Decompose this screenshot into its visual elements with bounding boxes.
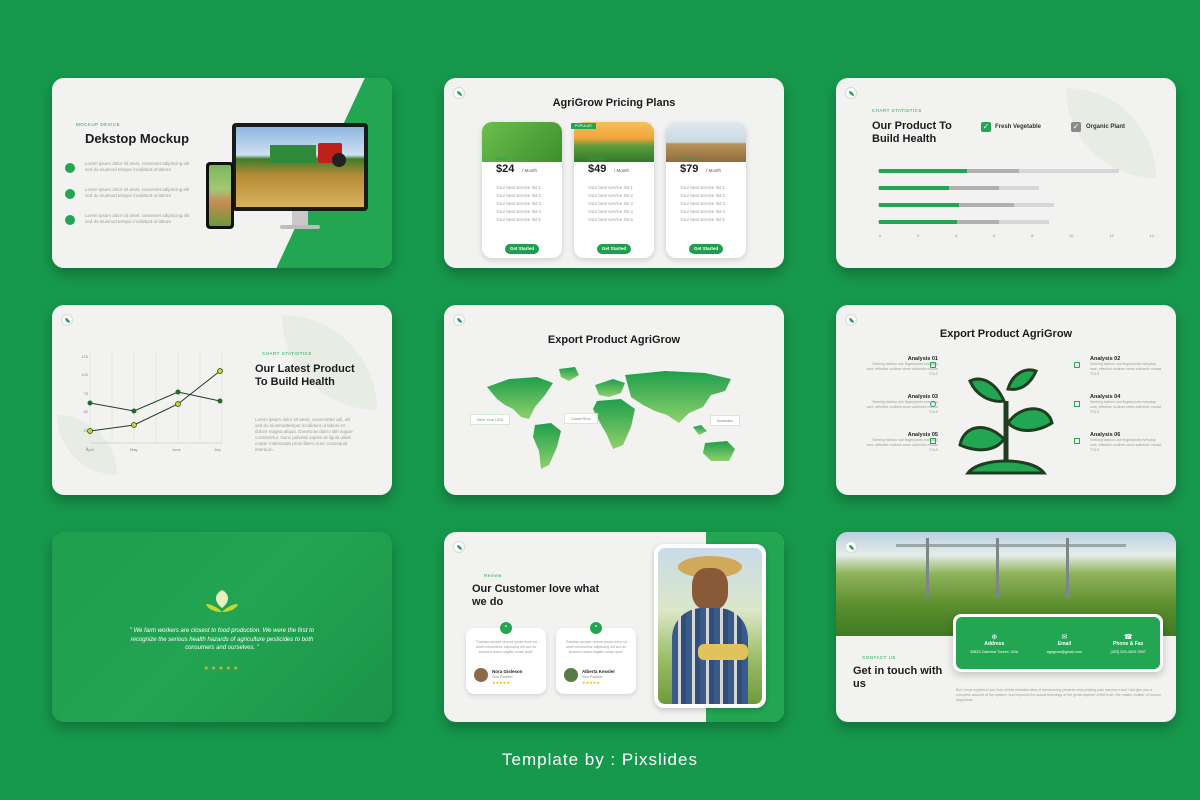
world-map-icon <box>487 367 735 469</box>
logo-icon <box>845 541 857 553</box>
slide-pricing-plans[interactable]: AgriGrow Pricing Plans Basic $24 / Month… <box>444 78 784 268</box>
avatar <box>564 668 578 682</box>
pricing-card-basic[interactable]: Basic $24 / Month Your best service list… <box>482 122 562 258</box>
analysis-item: Analysis 06 Seeking fashion use fingerpo… <box>1090 432 1162 452</box>
slide-reviews[interactable]: Review Our Customer love what we do “ "F… <box>444 532 784 722</box>
slide8-kicker: Review <box>484 573 502 578</box>
checkbox-checked-icon[interactable]: ✓ <box>1071 122 1081 132</box>
plan-photo <box>666 122 746 162</box>
analysis-item: Analysis 04 Seeking fashion use fingerpo… <box>1090 394 1162 414</box>
slide8-title: Our Customer love what we do <box>472 583 600 608</box>
analysis-item: Analysis 02 Seeking fashion use fingerpo… <box>1090 356 1162 376</box>
slide-desktop-mockup[interactable]: MOCKUP DEVICE Dekstop Mockup Lorem ipsum… <box>52 78 392 268</box>
plan-photo <box>482 122 562 162</box>
monitor-mockup <box>232 123 368 211</box>
contact-email[interactable]: ✉ Email agrigrow@gmail.com <box>1047 633 1083 654</box>
pricing-card-advanced[interactable]: Advanced $79 / Month Your best service l… <box>666 122 746 258</box>
list-item: Lorem ipsum dolor sit amet, consectet ad… <box>65 161 195 187</box>
slide-export-analysis[interactable]: Export Product AgriGrow Analysis 01 Seek… <box>836 305 1176 495</box>
list-item: Lorem ipsum dolor sit amet, consectet ad… <box>65 213 195 239</box>
list-item: Lorem ipsum dolor sit amet, consectet ad… <box>65 187 195 213</box>
avatar <box>474 668 488 682</box>
location-icon: ⊕ <box>991 633 998 641</box>
map-label: Costa Rica <box>564 413 598 424</box>
contact-card: ⊕ Address 30823 Caterina Tunnel, USA ✉ E… <box>953 614 1163 672</box>
get-started-button[interactable]: Get Started <box>689 244 723 254</box>
quote-icon: “ <box>500 622 512 634</box>
analysis-item: Analysis 01 Seeking fashion use fingerpo… <box>866 356 938 376</box>
logo-icon <box>453 541 465 553</box>
slide-quote[interactable]: " We farm workers are closest to food pr… <box>52 532 392 722</box>
slide2-title: AgriGrow Pricing Plans <box>552 97 676 109</box>
slide3-kicker: CHART STATISTICS <box>872 108 922 113</box>
leaf-icon <box>65 163 75 173</box>
slide9-body: But I must explain to you how all this m… <box>956 688 1161 702</box>
contact-address: ⊕ Address 30823 Caterina Tunnel, USA <box>970 633 1019 654</box>
line-chart <box>87 351 223 444</box>
box-icon <box>1074 362 1080 368</box>
get-started-button[interactable]: Get Started <box>597 244 631 254</box>
popular-badge: POPULAR <box>571 123 596 129</box>
review-card: “ "Facilisis semper viverra ipsum dolor … <box>466 622 546 694</box>
logo-icon <box>453 314 465 326</box>
get-started-button[interactable]: Get Started <box>505 244 539 254</box>
slide-contact[interactable]: ⊕ Address 30823 Caterina Tunnel, USA ✉ E… <box>836 532 1176 722</box>
analysis-item: Analysis 03 Seeking fashion use fingerpo… <box>866 394 938 414</box>
slide1-list: Lorem ipsum dolor sit amet, consectet ad… <box>65 161 195 239</box>
logo-leaf-icon <box>206 590 238 612</box>
review-card: “ "Facilisis semper viverra ipsum dolor … <box>556 622 636 694</box>
chart-icon <box>1074 438 1080 444</box>
logo-icon <box>61 314 73 326</box>
slide4-body: Lorem ipsum dolor sit amet, consectetur … <box>255 417 353 452</box>
logo-icon <box>845 314 857 326</box>
slide4-title: Our Latest Product To Build Health <box>255 363 355 388</box>
slide-world-map[interactable]: Export Product AgriGrow New York USA Cos… <box>444 305 784 495</box>
quote-text: " We farm workers are closest to food pr… <box>129 628 315 651</box>
template-credit: Template by : Pixslides <box>502 750 698 769</box>
quote-icon: “ <box>590 622 602 634</box>
slide5-title: Export Product AgriGrow <box>547 334 681 346</box>
tablet-mockup <box>206 162 234 229</box>
contact-phone[interactable]: ☎ Phone & Fax (323) 520-4029 3907 <box>1110 633 1145 654</box>
slide-bar-chart[interactable]: CHART STATISTICS Our Product To Build He… <box>836 78 1176 268</box>
gear-icon <box>930 401 936 407</box>
box-icon <box>930 362 936 368</box>
slide1-title: Dekstop Mockup <box>85 131 190 146</box>
analysis-item: Analysis 05 Seeking fashion use fingerpo… <box>866 432 938 452</box>
phone-icon: ☎ <box>1123 633 1133 641</box>
map-label: New York USA <box>470 414 511 425</box>
rating-stars: ★★★★★ <box>203 666 241 672</box>
slide-line-chart[interactable]: 125 100 75 50 25 0 April May June July CHART … <box>52 305 392 495</box>
document-icon <box>1074 401 1080 407</box>
checkbox-checked-icon[interactable]: ✓ <box>981 122 991 132</box>
logo-icon <box>845 87 857 99</box>
slide3-title: Our Product To Build Health <box>872 120 952 145</box>
slide6-title: Export Product AgriGrow <box>939 328 1073 340</box>
map-label: Australia <box>710 415 740 426</box>
mail-icon: ✉ <box>1061 633 1068 641</box>
tractor-photo <box>236 127 364 207</box>
calendar-icon <box>930 438 936 444</box>
leaf-icon <box>65 189 75 199</box>
plant-icon <box>958 368 1054 475</box>
farmer-photo <box>654 544 766 708</box>
slide1-kicker: MOCKUP DEVICE <box>76 122 121 127</box>
slide4-kicker: CHART STATISTICS <box>262 351 312 356</box>
pricing-card-standard[interactable]: POPULAR Standard $49 / Month Your best s… <box>571 122 654 258</box>
slide9-kicker: CONTACT US <box>862 655 896 660</box>
leaf-icon <box>65 215 75 225</box>
slide9-title: Get in touch with us <box>853 665 943 690</box>
